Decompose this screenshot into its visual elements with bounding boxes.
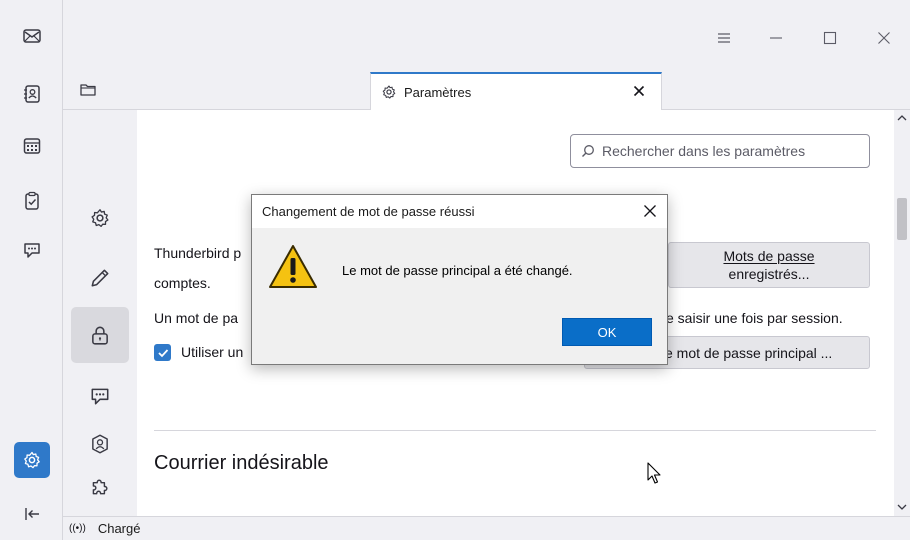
saved-passwords-label-line1: Mots de passe	[723, 248, 815, 264]
close-icon	[878, 32, 890, 44]
search-placeholder: Rechercher dans les paramètres	[602, 143, 806, 159]
lock-icon	[92, 326, 108, 345]
calendar-space-button[interactable]	[14, 128, 50, 164]
dialog-title: Changement de mot de passe réussi	[262, 204, 475, 219]
category-privacy-security[interactable]	[71, 307, 129, 363]
primary-password-description-end: e saisir une fois par session.	[666, 310, 843, 326]
dialog-close-icon[interactable]	[643, 204, 657, 218]
chat-space-button[interactable]	[14, 232, 50, 268]
mail-space-button[interactable]	[14, 18, 50, 54]
tasks-icon	[25, 191, 39, 210]
minimize-icon	[770, 37, 782, 39]
passwords-description-start: Thunderbird p	[154, 245, 242, 261]
status-bar: ((•)) Chargé	[63, 516, 910, 540]
tasks-space-button[interactable]	[14, 183, 50, 219]
address-book-icon	[24, 85, 40, 103]
scrollbar-thumb[interactable]	[897, 198, 907, 240]
mail-icon	[23, 29, 41, 43]
tab-label: Paramètres	[404, 84, 472, 100]
minimize-button[interactable]	[760, 22, 792, 54]
tab-settings[interactable]: Paramètres	[370, 72, 662, 110]
change-primary-password-label: e mot de passe principal ...	[665, 344, 833, 361]
dialog-title-bar: Changement de mot de passe réussi	[252, 195, 667, 228]
calendar-icon	[23, 138, 41, 154]
scroll-down-icon[interactable]	[897, 502, 907, 512]
maximize-icon	[823, 31, 837, 45]
junk-mail-section-title: Courrier indésirable	[154, 452, 329, 474]
settings-categories	[63, 110, 137, 516]
content-scrollbar[interactable]	[894, 110, 910, 516]
settings-space-button[interactable]	[14, 442, 50, 478]
primary-password-description-start: Un mot de pa	[154, 310, 239, 326]
title-bar	[63, 0, 910, 70]
collapse-spaces-button[interactable]	[14, 496, 50, 532]
chat-icon	[91, 388, 109, 405]
tab-close-icon[interactable]	[631, 83, 647, 99]
maximize-button[interactable]	[814, 22, 846, 54]
collapse-icon	[25, 508, 39, 520]
pencil-icon	[91, 269, 109, 287]
use-primary-password-label: Utiliser un	[181, 344, 244, 360]
settings-search-input[interactable]: Rechercher dans les paramètres	[570, 134, 870, 168]
dialog-message: Le mot de passe principal a été changé.	[342, 263, 573, 278]
address-book-space-button[interactable]	[14, 76, 50, 112]
search-icon	[582, 145, 594, 157]
chat-icon	[24, 243, 40, 258]
folder-icon[interactable]	[79, 81, 97, 99]
password-changed-dialog: Changement de mot de passe réussi Le mot…	[251, 194, 668, 365]
gear-icon	[91, 209, 109, 228]
saved-passwords-label-line2: enregistrés...	[728, 266, 810, 282]
online-status-icon[interactable]: ((•))	[69, 523, 86, 534]
scroll-up-icon[interactable]	[897, 113, 907, 123]
gear-icon	[24, 451, 40, 469]
hamburger-icon	[718, 33, 730, 43]
app-menu-button[interactable]	[708, 22, 740, 54]
account-icon	[92, 434, 108, 454]
section-divider	[154, 430, 876, 431]
status-text: Chargé	[97, 521, 141, 536]
checkmark-icon	[157, 348, 168, 357]
category-general[interactable]	[71, 190, 129, 246]
spaces-toolbar	[0, 0, 63, 540]
category-addons[interactable]	[71, 458, 129, 514]
mouse-cursor-icon	[647, 462, 661, 484]
warning-icon	[269, 245, 317, 288]
saved-passwords-button[interactable]: Mots de passe enregistrés...	[668, 242, 870, 288]
use-primary-password-checkbox[interactable]	[154, 344, 171, 361]
puzzle-icon	[92, 479, 108, 495]
tab-bar: Paramètres	[63, 70, 910, 110]
ok-button[interactable]: OK	[562, 318, 652, 346]
window-close-button[interactable]	[868, 22, 900, 54]
gear-icon	[382, 85, 396, 99]
passwords-description-line2: comptes.	[154, 275, 211, 291]
category-composition[interactable]	[71, 250, 129, 306]
